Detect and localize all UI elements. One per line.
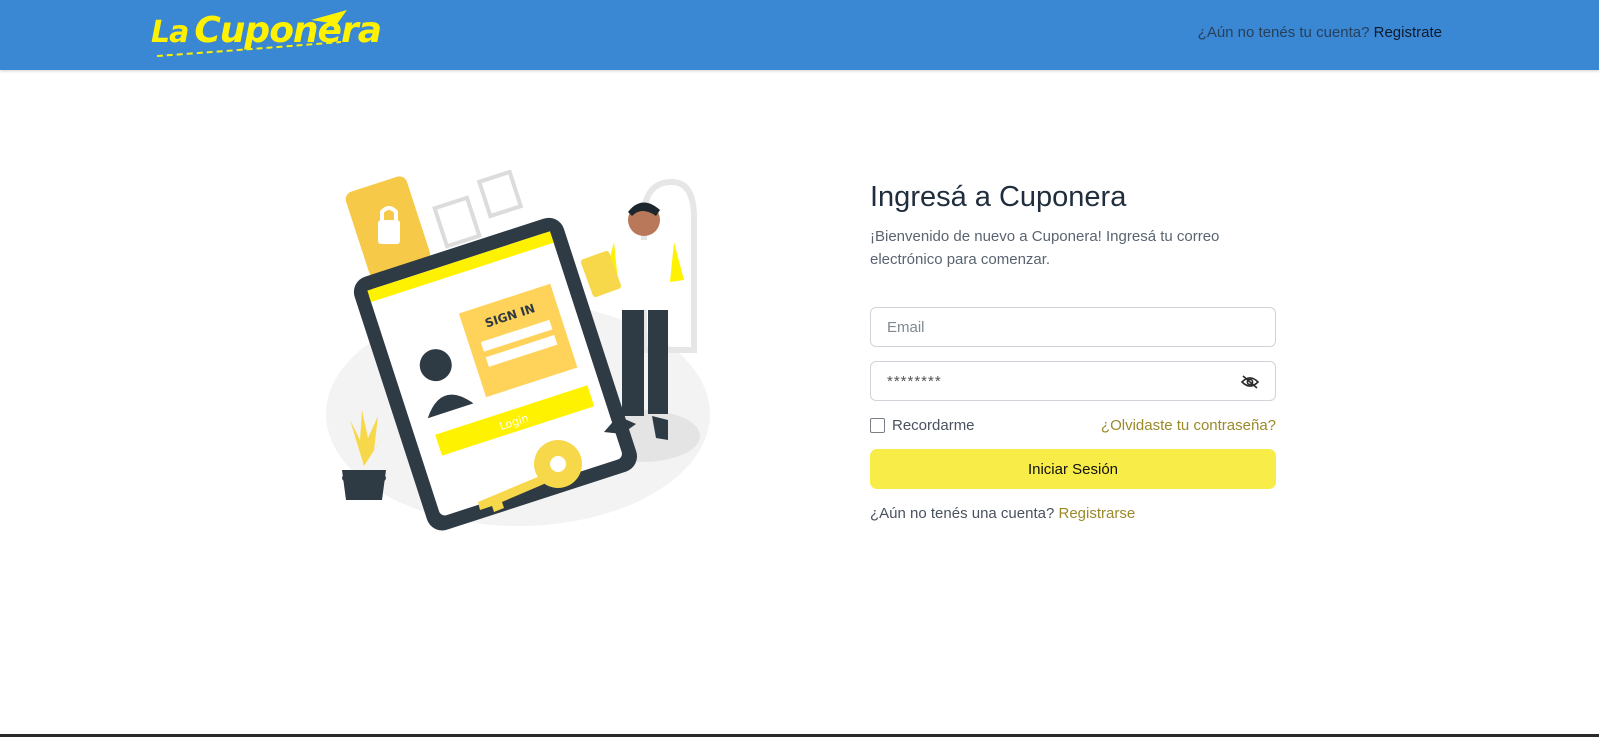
email-input[interactable] [871,308,1275,346]
header-register-link[interactable]: Registrate [1374,24,1442,41]
login-illustration: SIGN IN Login [326,170,710,531]
logo-text: La Cuponera [151,10,382,51]
signup-prompt-text: ¿Aún no tenés una cuenta? [870,505,1055,522]
password-field-wrapper [870,361,1276,401]
email-field-wrapper [870,307,1276,347]
logo-text-main: Cuponera [194,10,382,51]
remember-me-checkbox[interactable]: Recordarme [870,417,975,434]
remember-me-label: Recordarme [892,417,975,434]
header-register-text: ¿Aún no tenés tu cuenta? [1197,24,1370,41]
page-title: Ingresá a Cuponera [870,181,1127,213]
logo-text-la: La [151,15,189,50]
forgot-password-link[interactable]: ¿Olvidaste tu contraseña? [1101,417,1276,434]
top-navbar: La Cuponera ¿Aún no tenés tu cuenta? Regi… [0,0,1599,70]
password-input[interactable] [871,362,1275,400]
header-register-prompt: ¿Aún no tenés tu cuenta? Registrate [1198,24,1442,41]
la-cuponera-logo[interactable]: La Cuponera [151,6,382,62]
signup-link[interactable]: Registrarse [1058,505,1135,522]
login-form: Ingresá a Cuponera ¡Bienvenido de nuevo … [870,180,1278,522]
signup-prompt: ¿Aún no tenés una cuenta? Registrarse [870,505,1135,522]
page-subtitle: ¡Bienvenido de nuevo a Cuponera! Ingresá… [870,227,1220,268]
remember-forgot-row: Recordarme ¿Olvidaste tu contraseña? [870,417,1276,439]
login-submit-button[interactable]: Iniciar Sesión [870,449,1276,489]
checkbox-icon[interactable] [870,418,885,433]
eye-slash-icon[interactable] [1241,374,1259,390]
